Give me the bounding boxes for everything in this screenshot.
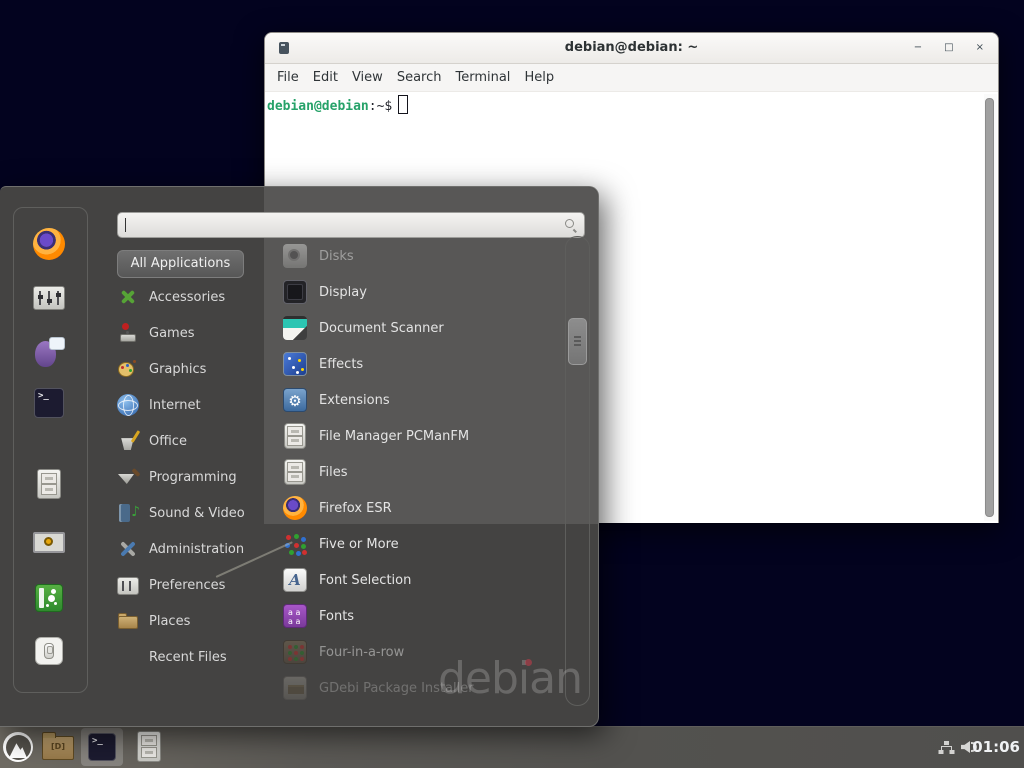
category-places[interactable]: Places — [117, 603, 285, 639]
app-font-selection[interactable]: Font Selection — [283, 562, 561, 598]
folder-label: [D] — [43, 742, 73, 751]
category-recent-files[interactable]: Recent Files — [117, 639, 285, 675]
app-display[interactable]: Display — [283, 274, 561, 310]
terminal-titlebar[interactable]: debian@debian: ~ − □ × — [265, 33, 998, 64]
display-icon — [283, 280, 307, 304]
app-fonts[interactable]: Fonts — [283, 598, 561, 634]
menu-file[interactable]: File — [277, 70, 299, 85]
app-five-or-more[interactable]: Five or More — [283, 526, 561, 562]
category-internet[interactable]: Internet — [117, 387, 285, 423]
lock-screen-icon[interactable] — [31, 532, 67, 562]
app-extensions[interactable]: Extensions — [283, 382, 561, 418]
prompt-path: :~$ — [369, 99, 392, 114]
accessories-icon — [117, 286, 139, 308]
app-effects[interactable]: Effects — [283, 346, 561, 382]
effects-icon — [283, 352, 307, 376]
app-disks[interactable]: Disks — [283, 238, 561, 274]
all-applications-button[interactable]: All Applications — [117, 250, 244, 278]
menu-view[interactable]: View — [352, 70, 383, 85]
category-programming[interactable]: Programming — [117, 459, 285, 495]
firefox-icon[interactable] — [33, 228, 65, 260]
category-sound-video[interactable]: Sound & Video — [117, 495, 285, 531]
desktop: debian@debian: ~ − □ × File Edit View Se… — [0, 0, 1024, 768]
terminal-menubar: File Edit View Search Terminal Help — [265, 64, 998, 92]
app-file-manager-pcmanfm[interactable]: File Manager PCManFM — [283, 418, 561, 454]
search-input[interactable] — [117, 212, 585, 238]
menu-terminal[interactable]: Terminal — [455, 70, 510, 85]
file-cabinet-icon[interactable] — [37, 469, 61, 499]
four-in-a-row-icon — [283, 640, 307, 664]
games-icon — [117, 322, 139, 344]
menu-scrollbar-thumb[interactable] — [568, 318, 587, 365]
extensions-icon — [283, 388, 307, 412]
menu-help[interactable]: Help — [524, 70, 554, 85]
control-panel-icon[interactable] — [33, 286, 65, 310]
fonts-icon — [283, 604, 307, 628]
file-manager-launcher[interactable]: [D] — [42, 736, 74, 760]
terminal-title: debian@debian: ~ — [265, 33, 998, 63]
application-menu: >_ All Applications Accessories Games Gr… — [0, 186, 599, 727]
taskbar: [D] >_ 01:06 — [0, 726, 1024, 768]
menu-button[interactable] — [3, 732, 33, 762]
network-icon[interactable] — [938, 741, 954, 754]
terminal-launcher-icon: >_ — [88, 733, 116, 761]
log-out-icon[interactable] — [35, 584, 63, 612]
graphics-icon — [117, 358, 139, 380]
maximize-icon[interactable]: □ — [944, 43, 953, 53]
administration-icon — [117, 538, 139, 560]
preferences-icon — [117, 577, 139, 595]
category-games[interactable]: Games — [117, 315, 285, 351]
watermark-text: debian — [438, 653, 582, 704]
category-accessories[interactable]: Accessories — [117, 279, 285, 315]
taskbar-clock[interactable]: 01:06 — [972, 738, 1020, 756]
text-caret — [125, 218, 126, 232]
category-preferences[interactable]: Preferences — [117, 567, 285, 603]
terminal-scrollbar[interactable] — [984, 94, 997, 521]
debian-watermark: debian — [438, 653, 582, 704]
firefox-icon — [283, 496, 307, 520]
terminal-scrollbar-thumb[interactable] — [985, 98, 994, 517]
programming-icon — [117, 466, 139, 488]
files-launcher[interactable] — [137, 731, 161, 762]
menu-search[interactable]: Search — [397, 70, 442, 85]
category-administration[interactable]: Administration — [117, 531, 285, 567]
app-files[interactable]: Files — [283, 454, 561, 490]
watermark-red-dot — [525, 659, 532, 666]
office-icon — [117, 430, 139, 452]
minimize-icon[interactable]: − — [914, 43, 922, 53]
pidgin-icon[interactable] — [34, 337, 64, 367]
files-icon — [284, 459, 306, 485]
gdebi-icon — [283, 676, 307, 700]
search-icon — [565, 219, 577, 231]
font-selection-icon — [283, 568, 307, 592]
menu-edit[interactable]: Edit — [313, 70, 338, 85]
category-graphics[interactable]: Graphics — [117, 351, 285, 387]
terminal-cursor — [398, 95, 408, 114]
sound-video-icon — [117, 502, 139, 524]
terminal-glyph: >_ — [92, 736, 103, 746]
prompt-user: debian@debian — [267, 99, 369, 114]
recent-files-spacer — [117, 646, 139, 668]
menu-scrollbar-track[interactable] — [565, 236, 590, 706]
file-manager-icon — [284, 423, 306, 449]
category-office[interactable]: Office — [117, 423, 285, 459]
favorites-sidebar — [13, 207, 88, 693]
internet-icon — [117, 394, 139, 416]
power-icon[interactable] — [35, 637, 63, 665]
terminal-glyph: >_ — [38, 391, 49, 401]
close-icon[interactable]: × — [976, 43, 984, 53]
app-firefox-esr[interactable]: Firefox ESR — [283, 490, 561, 526]
places-icon — [117, 610, 139, 632]
window-controls: − □ × — [914, 33, 984, 63]
document-scanner-icon — [283, 316, 307, 340]
disks-icon — [283, 244, 307, 268]
terminal-icon[interactable]: >_ — [34, 388, 64, 418]
app-document-scanner[interactable]: Document Scanner — [283, 310, 561, 346]
terminal-launcher[interactable]: >_ — [81, 728, 123, 766]
